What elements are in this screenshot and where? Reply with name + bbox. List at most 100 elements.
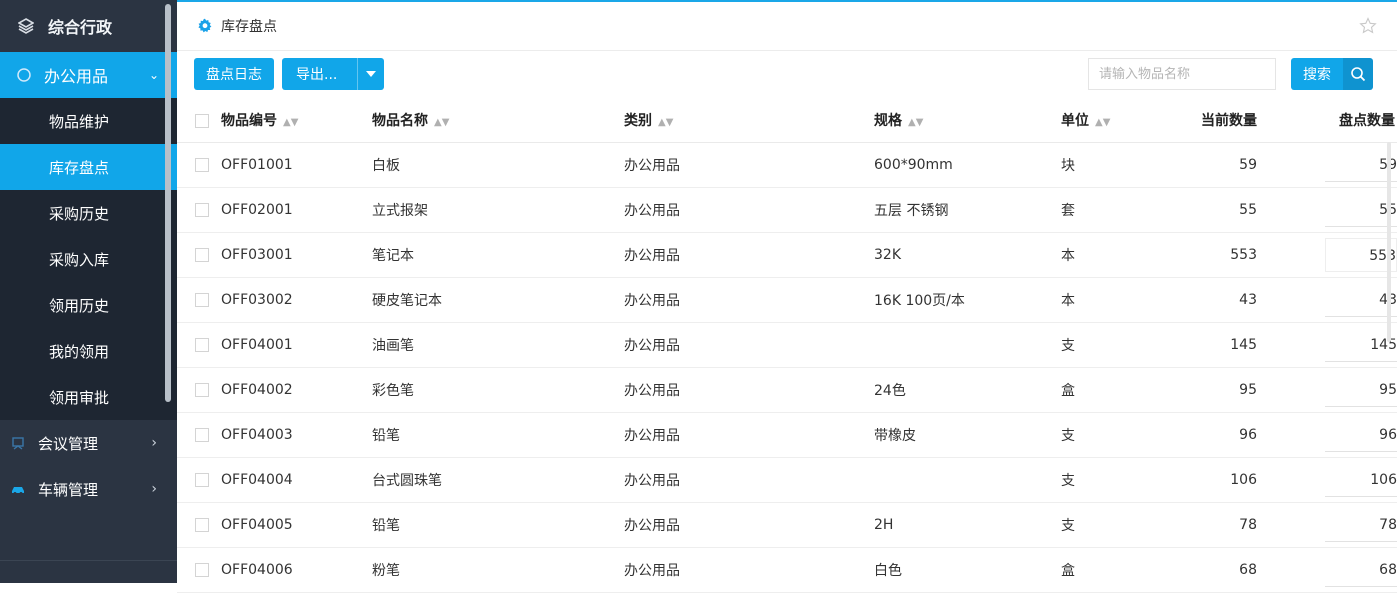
cell-category: 办公用品 [624,367,874,413]
row-checkbox[interactable] [195,383,209,397]
table-row[interactable]: OFF03002 硬皮笔记本 办公用品 16K 100页/本 本 43 43 [177,277,1397,323]
column-label: 单位 [1061,113,1089,129]
cell-code: OFF03001 [177,232,372,278]
row-checkbox[interactable] [195,248,209,262]
count-input[interactable]: 106 [1325,463,1397,497]
cell-code: OFF04006 [177,547,372,593]
cell-text: 彩色笔 [372,383,414,399]
table-row[interactable]: OFF02001 立式报架 办公用品 五层 不锈钢 套 55 55 [177,187,1397,233]
sidebar-item-vehicle[interactable]: 车辆管理 › [0,466,177,512]
select-all-checkbox[interactable] [195,114,209,128]
cell-current-qty: 95 [1166,367,1277,413]
cell-text: 办公用品 [624,563,680,579]
cell-text: OFF04003 [221,427,293,443]
cell-text: 553 [1230,247,1257,263]
sidebar-item-purchase-history[interactable]: 采购历史 [0,190,177,236]
toolbar: 盘点日志 导出... 搜索 [177,51,1397,97]
search-button[interactable]: 搜索 [1291,58,1373,90]
table-scrollbar[interactable] [1387,142,1391,342]
table-row[interactable]: OFF01001 白板 办公用品 600*90mm 块 59 59 [177,142,1397,188]
cell-name: 台式圆珠笔 [372,457,624,503]
cell-count-qty: 78 [1277,502,1397,548]
column-header-name[interactable]: 物品名称 ▲▼ [372,98,624,143]
caret-down-icon[interactable] [357,58,384,90]
row-checkbox[interactable] [195,473,209,487]
column-header-unit[interactable]: 单位 ▲▼ [1061,98,1166,143]
sort-icon[interactable]: ▲▼ [1095,117,1110,128]
cell-name: 铅笔 [372,502,624,548]
cell-text: OFF04002 [221,382,293,398]
cell-unit: 支 [1061,322,1166,368]
cell-text: 套 [1061,203,1075,219]
cell-text: 600*90mm [874,157,953,173]
sidebar-item-claim-approval[interactable]: 领用审批 [0,374,177,420]
column-header-code[interactable]: 物品编号 ▲▼ [177,98,372,143]
cell-count-qty: 145 [1277,322,1397,368]
column-header-category[interactable]: 类别 ▲▼ [624,98,874,143]
table-row[interactable]: OFF03001 笔记本 办公用品 32K 本 553 553 [177,232,1397,278]
cell-current-qty: 43 [1166,277,1277,323]
cell-unit: 本 [1061,277,1166,323]
cell-name: 彩色笔 [372,367,624,413]
cell-text: 16K 100页/本 [874,293,965,309]
row-checkbox[interactable] [195,338,209,352]
count-input[interactable]: 96 [1325,418,1397,452]
cell-text: 145 [1230,337,1257,353]
row-checkbox[interactable] [195,563,209,577]
cell-category: 办公用品 [624,547,874,593]
sidebar-divider [0,560,177,561]
column-label: 当前数量 [1201,113,1257,129]
table-row[interactable]: OFF04002 彩色笔 办公用品 24色 盒 95 95 [177,367,1397,413]
cell-text: 油画笔 [372,338,414,354]
sidebar-item-meeting[interactable]: 会议管理 › [0,420,177,466]
sort-icon[interactable]: ▲▼ [908,117,923,128]
column-header-spec[interactable]: 规格 ▲▼ [874,98,1061,143]
sort-icon[interactable]: ▲▼ [658,117,673,128]
sidebar-item-admin[interactable]: 综合行政 [0,0,177,52]
star-icon[interactable] [1359,17,1377,35]
row-checkbox[interactable] [195,158,209,172]
count-input[interactable]: 68 [1325,553,1397,587]
table-row[interactable]: OFF04004 台式圆珠笔 办公用品 支 106 106 [177,457,1397,503]
row-checkbox[interactable] [195,203,209,217]
row-checkbox[interactable] [195,293,209,307]
table-row[interactable]: OFF04005 铅笔 办公用品 2H 支 78 78 [177,502,1397,548]
cell-current-qty: 96 [1166,412,1277,458]
row-checkbox[interactable] [195,428,209,442]
cell-category: 办公用品 [624,457,874,503]
sidebar-item-claim-history[interactable]: 领用历史 [0,282,177,328]
cell-code: OFF04001 [177,322,372,368]
sort-icon[interactable]: ▲▼ [434,117,449,128]
count-input[interactable]: 78 [1325,508,1397,542]
inventory-table: 物品编号 ▲▼ 物品名称 ▲▼ 类别 ▲▼ 规格 ▲▼ 单位 ▲▼ 当前数量 盘点数量 O… [177,98,1397,593]
box-icon [17,68,31,82]
sidebar-item-purchase-in[interactable]: 采购入库 [0,236,177,282]
cell-text: 支 [1061,518,1075,534]
sidebar-group-office-supplies[interactable]: 办公用品 ⌄ [0,52,177,98]
row-checkbox[interactable] [195,518,209,532]
table-row[interactable]: OFF04001 油画笔 办公用品 支 145 145 [177,322,1397,368]
search-input[interactable] [1088,58,1276,90]
cell-text: 办公用品 [624,338,680,354]
search-icon[interactable] [1343,58,1373,90]
sidebar-item-item-maintenance[interactable]: 物品维护 [0,98,177,144]
table-row[interactable]: OFF04003 铅笔 办公用品 带橡皮 支 96 96 [177,412,1397,458]
page-title: 库存盘点 [221,19,277,35]
inventory-log-button[interactable]: 盘点日志 [194,58,274,90]
cell-category: 办公用品 [624,187,874,233]
sort-icon[interactable]: ▲▼ [283,117,298,128]
sidebar-scrollbar[interactable] [165,4,171,402]
table-row[interactable]: OFF04006 粉笔 办公用品 白色 盒 68 68 [177,547,1397,593]
cell-name: 白板 [372,142,624,188]
cell-category: 办公用品 [624,277,874,323]
chevron-right-icon: › [151,481,157,497]
app-window: 综合行政 办公用品 ⌄ 物品维护 库存盘点 采购历史 采购入库 领用历史 我的领… [0,0,1397,593]
cell-text: 办公用品 [624,518,680,534]
sidebar-item-inventory-check[interactable]: 库存盘点 [0,144,177,190]
count-input[interactable]: 95 [1325,373,1397,407]
export-dropdown-button[interactable]: 导出... [282,58,384,90]
cell-text: 43 [1239,292,1257,308]
cell-code: OFF01001 [177,142,372,188]
cell-category: 办公用品 [624,142,874,188]
sidebar-item-my-claims[interactable]: 我的领用 [0,328,177,374]
